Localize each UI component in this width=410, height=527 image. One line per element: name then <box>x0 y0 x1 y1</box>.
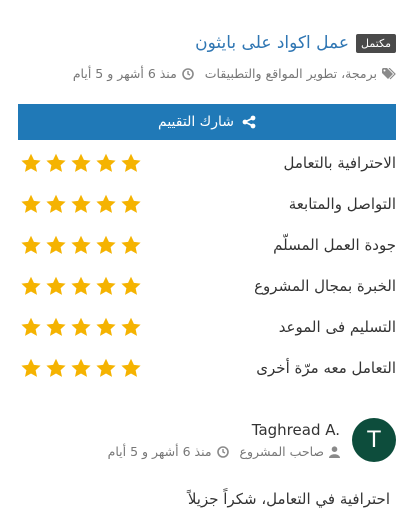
star-icon <box>96 235 116 254</box>
rating-label: التعامل معه مرّة أخرى <box>256 359 396 377</box>
project-category[interactable]: برمجة، تطوير المواقع والتطبيقات <box>205 66 377 81</box>
share-label: شارك التقييم <box>158 114 234 130</box>
star-icon <box>46 317 66 336</box>
rating-label: التواصل والمتابعة <box>288 195 396 213</box>
star-icon <box>21 194 41 213</box>
star-icon <box>96 358 116 377</box>
rating-row: الخبرة بمجال المشروع <box>18 274 396 298</box>
rating-row: التواصل والمتابعة <box>18 192 396 216</box>
star-icon <box>96 194 116 213</box>
star-icon <box>121 276 141 295</box>
review-text: احترافية في التعامل، شكراً جزيلاً <box>187 490 390 508</box>
star-icon <box>46 194 66 213</box>
star-icon <box>46 276 66 295</box>
rating-stars <box>20 234 142 256</box>
rating-row: الاحترافية بالتعامل <box>18 151 396 175</box>
share-rating-button[interactable]: شارك التقييم <box>18 104 396 140</box>
rating-stars <box>20 152 142 174</box>
tags-icon <box>382 67 396 79</box>
project-meta: برمجة، تطوير المواقع والتطبيقات منذ 6 أش… <box>73 66 396 81</box>
avatar[interactable]: T <box>352 418 396 462</box>
star-icon <box>71 317 91 336</box>
rating-label: الخبرة بمجال المشروع <box>254 277 396 295</box>
clock-icon <box>216 445 229 458</box>
rating-stars <box>20 275 142 297</box>
star-icon <box>21 358 41 377</box>
star-icon <box>46 358 66 377</box>
rating-stars <box>20 193 142 215</box>
project-title[interactable]: عمل اكواد على بايثون <box>195 33 349 53</box>
rating-row: جودة العمل المسلّم <box>18 233 396 257</box>
project-time: منذ 6 أشهر و 5 أيام <box>72 66 177 81</box>
star-icon <box>121 358 141 377</box>
project-header: مكتمل عمل اكواد على بايثون <box>20 33 396 53</box>
star-icon <box>121 235 141 254</box>
rating-stars <box>20 316 142 338</box>
star-icon <box>121 317 141 336</box>
reviewer-meta: صاحب المشروع منذ 6 أشهر و 5 أيام <box>108 444 340 459</box>
star-icon <box>21 276 41 295</box>
star-icon <box>46 235 66 254</box>
star-icon <box>96 153 116 172</box>
reviewer-name[interactable]: Taghread A. <box>252 421 340 439</box>
user-icon <box>329 445 340 458</box>
rating-label: الاحترافية بالتعامل <box>283 154 396 172</box>
star-icon <box>71 153 91 172</box>
star-icon <box>71 276 91 295</box>
rating-row: التعامل معه مرّة أخرى <box>18 356 396 380</box>
share-icon <box>242 115 256 129</box>
rating-label: التسليم فى الموعد <box>278 318 396 336</box>
star-icon <box>21 317 41 336</box>
star-icon <box>21 153 41 172</box>
star-icon <box>21 235 41 254</box>
rating-row: التسليم فى الموعد <box>18 315 396 339</box>
star-icon <box>71 194 91 213</box>
rating-label: جودة العمل المسلّم <box>273 236 396 254</box>
clock-icon <box>181 67 194 80</box>
reviewer-role: صاحب المشروع <box>239 444 324 459</box>
star-icon <box>71 358 91 377</box>
star-icon <box>71 235 91 254</box>
review-time: منذ 6 أشهر و 5 أيام <box>107 444 212 459</box>
star-icon <box>46 153 66 172</box>
star-icon <box>96 276 116 295</box>
star-icon <box>121 153 141 172</box>
rating-stars <box>20 357 142 379</box>
star-icon <box>121 194 141 213</box>
star-icon <box>96 317 116 336</box>
status-badge: مكتمل <box>356 33 396 53</box>
